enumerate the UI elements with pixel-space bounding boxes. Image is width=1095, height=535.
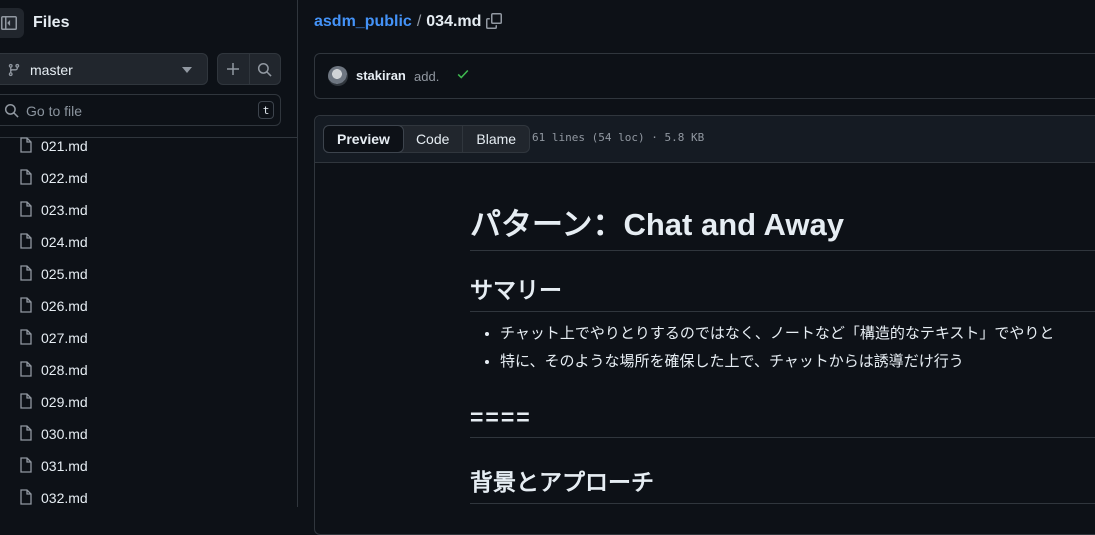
file-tree: 021.md 022.md 023.md 024.md 025.md 026.m…	[0, 137, 297, 507]
file-name: 026.md	[41, 298, 88, 314]
file-name: 028.md	[41, 362, 88, 378]
heading-separator: ====	[470, 404, 1095, 438]
file-icon	[20, 457, 32, 473]
file-icon	[20, 201, 32, 217]
tree-item[interactable]: 023.md	[0, 201, 297, 234]
tree-item[interactable]: 031.md	[0, 457, 297, 490]
file-name: 027.md	[41, 330, 88, 346]
tree-item[interactable]: 026.md	[0, 297, 297, 330]
file-name: 021.md	[41, 138, 88, 154]
list-item: 特に、そのような場所を確保した上で、チャットからは誘導だけ行う	[500, 348, 1095, 376]
file-actions-group	[217, 53, 281, 85]
view-mode-toggle: Preview Code Blame	[323, 125, 531, 153]
tree-item[interactable]: 030.md	[0, 425, 297, 458]
heading-background: 背景とアプローチ	[470, 463, 1095, 504]
file-name: 032.md	[41, 490, 88, 506]
file-header: Preview Code Blame 61 lines (54 loc) · 5…	[315, 116, 1095, 163]
tree-item[interactable]: 022.md	[0, 169, 297, 202]
sidebar-header: Files	[0, 5, 297, 39]
file-icon	[20, 329, 32, 345]
file-name: 030.md	[41, 426, 88, 442]
sidebar-collapse-icon	[1, 16, 17, 30]
file-name: 024.md	[41, 234, 88, 250]
file-name: 022.md	[41, 170, 88, 186]
file-viewer: Preview Code Blame 61 lines (54 loc) · 5…	[314, 115, 1095, 535]
file-name: 025.md	[41, 266, 88, 282]
file-tree-sidebar: Files master Go to file t 021.md 022.md …	[0, 0, 298, 507]
go-to-file-placeholder: Go to file	[26, 103, 83, 119]
summary-list: チャット上でやりとりするのではなく、ノートなど「構造的なテキスト」でやりと 特に…	[470, 320, 1095, 376]
copy-path-button[interactable]	[486, 13, 502, 34]
breadcrumb-file: 034.md	[426, 13, 482, 30]
tree-item[interactable]: 028.md	[0, 361, 297, 394]
search-icon	[4, 103, 19, 118]
avatar[interactable]	[328, 66, 348, 86]
go-to-file-input[interactable]: Go to file t	[0, 94, 281, 126]
tree-item[interactable]: 032.md	[0, 489, 297, 507]
breadcrumb-separator: /	[416, 13, 422, 30]
commit-author[interactable]: stakiran	[356, 68, 406, 83]
file-icon	[20, 137, 32, 153]
file-name: 031.md	[41, 458, 88, 474]
breadcrumb-repo-link[interactable]: asdm_public	[314, 13, 412, 30]
caret-down-icon	[182, 67, 192, 73]
file-icon	[20, 425, 32, 441]
collapse-sidebar-button[interactable]	[0, 8, 24, 38]
file-icon	[20, 393, 32, 409]
file-icon	[20, 233, 32, 249]
latest-commit-bar: stakiran add.	[314, 53, 1095, 99]
tree-item[interactable]: 021.md	[0, 137, 297, 170]
main-content: asdm_public/034.md stakiran add. Preview…	[298, 0, 1095, 535]
file-icon	[20, 297, 32, 313]
file-name: 023.md	[41, 202, 88, 218]
tab-blame[interactable]: Blame	[462, 126, 529, 152]
branch-name: master	[30, 62, 73, 78]
search-icon	[258, 62, 272, 77]
add-file-button[interactable]	[218, 54, 249, 84]
file-icon	[20, 361, 32, 377]
file-icon	[20, 265, 32, 281]
commit-message[interactable]: add.	[414, 69, 439, 84]
breadcrumb: asdm_public/034.md	[314, 13, 481, 31]
heading-summary: サマリー	[470, 271, 1095, 312]
branch-selector[interactable]: master	[0, 53, 208, 85]
copy-icon	[486, 13, 502, 29]
file-icon	[20, 489, 32, 505]
keyboard-shortcut-hint: t	[258, 101, 274, 119]
tab-code[interactable]: Code	[403, 126, 462, 152]
tree-item[interactable]: 029.md	[0, 393, 297, 426]
sidebar-title: Files	[33, 14, 70, 31]
tree-item[interactable]: 024.md	[0, 233, 297, 266]
tab-preview[interactable]: Preview	[323, 125, 404, 153]
search-files-button[interactable]	[248, 54, 281, 84]
document-title: パターン：Chat and Away	[470, 199, 1095, 251]
check-icon	[457, 69, 469, 79]
list-item: チャット上でやりとりするのではなく、ノートなど「構造的なテキスト」でやりと	[500, 320, 1095, 348]
file-icon	[20, 169, 32, 185]
file-meta: 61 lines (54 loc) · 5.8 KB	[532, 131, 705, 144]
file-name: 029.md	[41, 394, 88, 410]
git-branch-icon	[8, 63, 20, 77]
tree-item[interactable]: 027.md	[0, 329, 297, 362]
plus-icon	[227, 63, 240, 75]
tree-item[interactable]: 025.md	[0, 265, 297, 298]
